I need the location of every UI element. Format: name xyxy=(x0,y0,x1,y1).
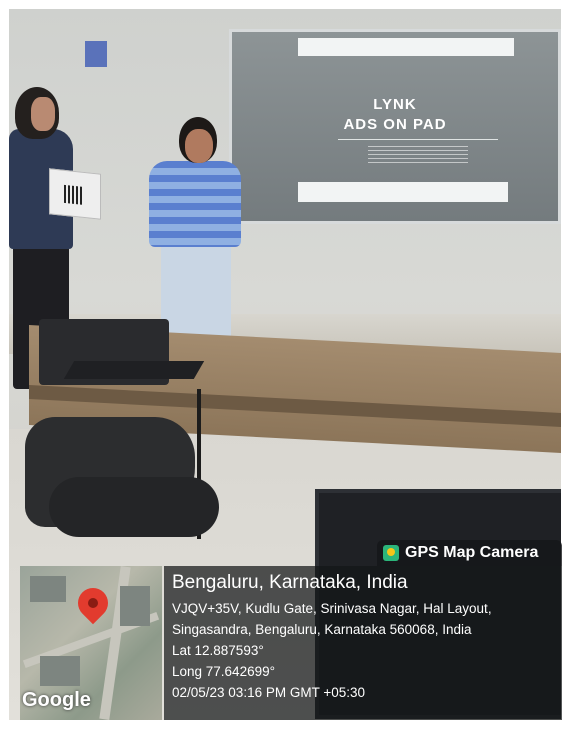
product-box xyxy=(49,168,101,220)
gps-app-tag: GPS Map Camera xyxy=(377,540,562,566)
longitude: Long 77.642699° xyxy=(172,664,275,679)
gps-map-camera-icon xyxy=(383,545,399,561)
address-line-1: VJQV+35V, Kudlu Gate, Srinivasa Nagar, H… xyxy=(172,601,492,616)
slide-title-line2: ADS ON PAD xyxy=(343,116,447,133)
address-line-2: Singasandra, Bengaluru, Karnataka 560068… xyxy=(172,622,472,637)
location-city: Bengaluru, Karnataka, India xyxy=(172,572,408,593)
qr-code-icon xyxy=(64,184,82,205)
presenter-pants xyxy=(161,243,231,343)
slide-divider xyxy=(338,139,498,140)
slide-top-bar xyxy=(298,38,514,56)
presenter-shirt xyxy=(149,161,241,247)
latitude: Lat 12.887593° xyxy=(172,643,264,658)
gps-app-label: GPS Map Camera xyxy=(405,544,539,561)
wall-window xyxy=(85,41,107,67)
chair-seat xyxy=(49,477,219,537)
presenter-face xyxy=(185,129,213,163)
location-info-panel: Bengaluru, Karnataka, India VJQV+35V, Ku… xyxy=(164,566,562,720)
slide-title-line1: LYNK xyxy=(373,96,417,113)
person-left-face xyxy=(31,97,55,131)
projection-screen: LYNK ADS ON PAD xyxy=(229,29,561,224)
timestamp: 02/05/23 03:16 PM GMT +05:30 xyxy=(172,685,366,700)
slide-bottom-bar xyxy=(298,182,508,202)
laptop-base xyxy=(63,361,205,379)
location-pin-icon xyxy=(71,581,115,625)
slide-small-text xyxy=(368,146,468,164)
google-logo: Google xyxy=(22,689,91,711)
map-thumbnail: Google xyxy=(20,566,162,720)
